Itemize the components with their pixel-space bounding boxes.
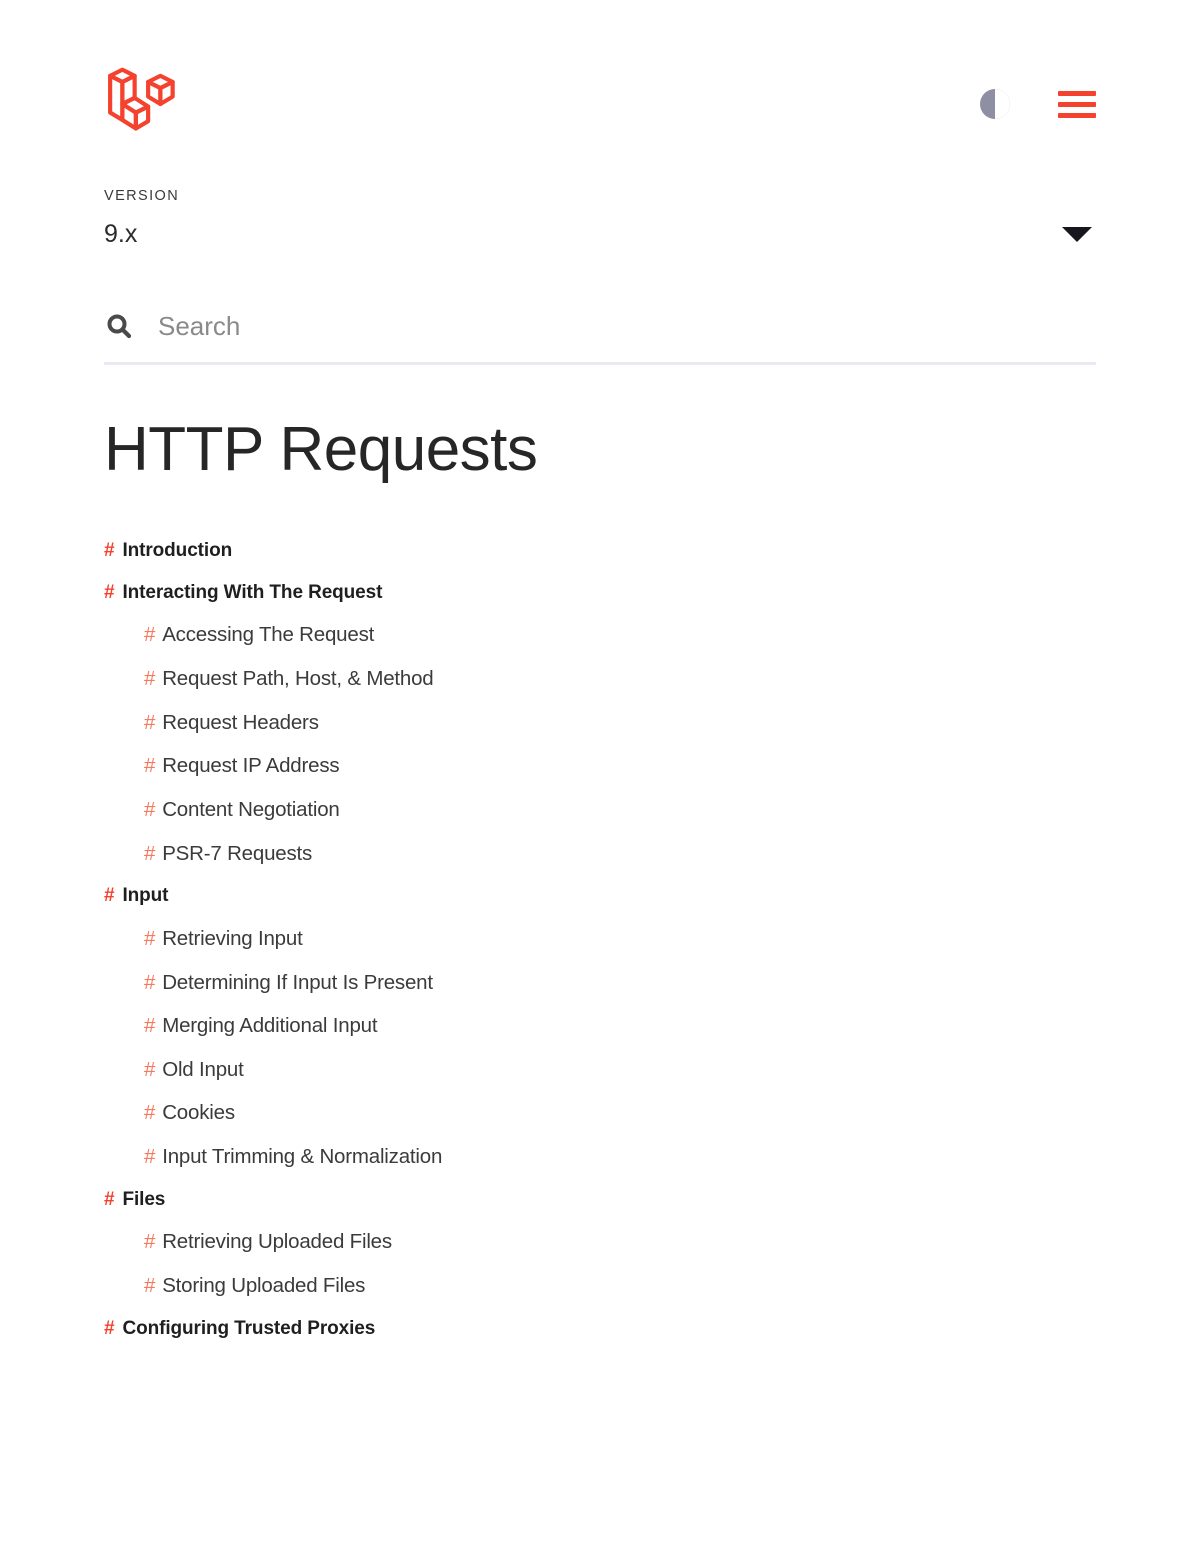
dark-mode-toggle-button[interactable] <box>976 85 1014 123</box>
toc-item: # Retrieving Uploaded Files <box>104 1220 1096 1264</box>
toc-item-label: Input <box>122 885 169 907</box>
toc-item-label: PSR-7 Requests <box>162 841 313 865</box>
toc-item: # Request Path, Host, & Method <box>104 657 1096 701</box>
toc-item: # Content Negotiation <box>104 788 1096 832</box>
toc-link[interactable]: # Request Path, Host, & Method <box>104 657 1096 701</box>
hamburger-bar-middle <box>1058 101 1096 107</box>
toc-link[interactable]: # Determining If Input Is Present <box>104 961 1096 1005</box>
version-label: VERSION <box>104 188 180 204</box>
toc-link[interactable]: # Introduction <box>104 530 1096 572</box>
table-of-contents: # Introduction # Interacting With The Reque… <box>104 530 1096 1350</box>
hash-icon: # <box>144 710 156 734</box>
chevron-down-icon <box>1062 227 1092 242</box>
version-selector: VERSION 9.x <box>104 188 1096 249</box>
toc-item: # Determining If Input Is Present <box>104 961 1096 1005</box>
toc-item: # Storing Uploaded Files <box>104 1264 1096 1308</box>
header-actions <box>976 85 1096 123</box>
hash-icon: # <box>144 623 156 647</box>
hash-icon: # <box>144 1145 156 1169</box>
hash-icon: # <box>104 1317 115 1339</box>
hash-icon: # <box>144 926 156 950</box>
hamburger-bar-top <box>1058 90 1096 96</box>
hash-icon: # <box>144 841 156 865</box>
toc-item: # PSR-7 Requests <box>104 832 1096 876</box>
toc-item-label: Files <box>122 1188 166 1210</box>
toc-item-label: Determining If Input Is Present <box>162 970 433 994</box>
toc-item: # Input <box>104 875 1096 917</box>
version-selected-value: 9.x <box>104 220 138 248</box>
hash-icon: # <box>144 1274 156 1298</box>
toc-link[interactable]: # Retrieving Input <box>104 917 1096 961</box>
search-icon <box>104 312 134 342</box>
contrast-icon <box>976 85 1014 123</box>
toc-item: # Accessing The Request <box>104 613 1096 657</box>
toc-item-label: Introduction <box>122 539 233 561</box>
toc-link[interactable]: # Request IP Address <box>104 744 1096 788</box>
toc-item: # Input Trimming & Normalization <box>104 1135 1096 1179</box>
hash-icon: # <box>144 1230 156 1254</box>
hash-icon: # <box>144 1014 156 1038</box>
toc-link[interactable]: # Storing Uploaded Files <box>104 1264 1096 1308</box>
toc-item: # Introduction <box>104 530 1096 572</box>
page-title: HTTP Requests <box>104 415 538 484</box>
toc-link[interactable]: # Merging Additional Input <box>104 1004 1096 1048</box>
toc-link[interactable]: # PSR-7 Requests <box>104 832 1096 876</box>
toc-item: # Configuring Trusted Proxies <box>104 1308 1096 1350</box>
toc-item: # Merging Additional Input <box>104 1004 1096 1048</box>
toc-item-label: Request IP Address <box>162 754 340 778</box>
toc-item-label: Cookies <box>162 1101 235 1125</box>
toc-item-label: Old Input <box>162 1057 244 1081</box>
toc-item: # Old Input <box>104 1048 1096 1092</box>
hamburger-bar-bottom <box>1058 112 1096 118</box>
toc-link[interactable]: # Request Headers <box>104 701 1096 745</box>
toc-item: # Retrieving Input <box>104 917 1096 961</box>
toc-link[interactable]: # Configuring Trusted Proxies <box>104 1308 1096 1350</box>
toc-link[interactable]: # Input Trimming & Normalization <box>104 1135 1096 1179</box>
toc-link[interactable]: # Old Input <box>104 1048 1096 1092</box>
toc-item-label: Request Path, Host, & Method <box>162 667 434 691</box>
toc-link[interactable]: # Retrieving Uploaded Files <box>104 1220 1096 1264</box>
hash-icon: # <box>144 754 156 778</box>
site-header <box>104 0 1096 131</box>
toc-item-label: Storing Uploaded Files <box>162 1274 366 1298</box>
hash-icon: # <box>144 970 156 994</box>
hash-icon: # <box>144 1101 156 1125</box>
toc-item: # Request Headers <box>104 701 1096 745</box>
hash-icon: # <box>104 1188 115 1210</box>
search-bar <box>104 311 1096 365</box>
toc-item-label: Accessing The Request <box>162 623 375 647</box>
toc-item: # Files <box>104 1179 1096 1221</box>
laravel-logo[interactable] <box>104 66 180 142</box>
toc-item-label: Retrieving Uploaded Files <box>162 1230 392 1254</box>
hash-icon: # <box>144 667 156 691</box>
version-select[interactable]: 9.x <box>104 220 1096 249</box>
hash-icon: # <box>104 885 115 907</box>
toc-link[interactable]: # Input <box>104 875 1096 917</box>
toc-item: # Cookies <box>104 1091 1096 1135</box>
page-container: VERSION 9.x HTTP Requests #Introduction#… <box>0 0 1200 1349</box>
toc-item-label: Merging Additional Input <box>162 1014 378 1038</box>
toc-item-label: Input Trimming & Normalization <box>162 1145 443 1169</box>
hash-icon: # <box>144 797 156 821</box>
toc-item-label: Configuring Trusted Proxies <box>122 1317 376 1339</box>
toc-link[interactable]: # Content Negotiation <box>104 788 1096 832</box>
toc-link[interactable]: # Files <box>104 1179 1096 1221</box>
toc-item-label: Retrieving Input <box>162 926 303 950</box>
toc-item-label: Interacting With The Request <box>122 581 383 603</box>
hash-icon: # <box>144 1057 156 1081</box>
toc-item: # Request IP Address <box>104 744 1096 788</box>
toc-link[interactable]: # Accessing The Request <box>104 613 1096 657</box>
hamburger-menu-button[interactable] <box>1058 85 1096 123</box>
toc-link[interactable]: # Cookies <box>104 1091 1096 1135</box>
search-input[interactable] <box>158 311 1096 342</box>
toc-link[interactable]: # Interacting With The Request <box>104 572 1096 614</box>
toc-item-label: Content Negotiation <box>162 797 340 821</box>
hash-icon: # <box>104 581 115 603</box>
toc-item: # Interacting With The Request <box>104 572 1096 614</box>
toc-item-label: Request Headers <box>162 710 319 734</box>
hash-icon: # <box>104 539 115 561</box>
